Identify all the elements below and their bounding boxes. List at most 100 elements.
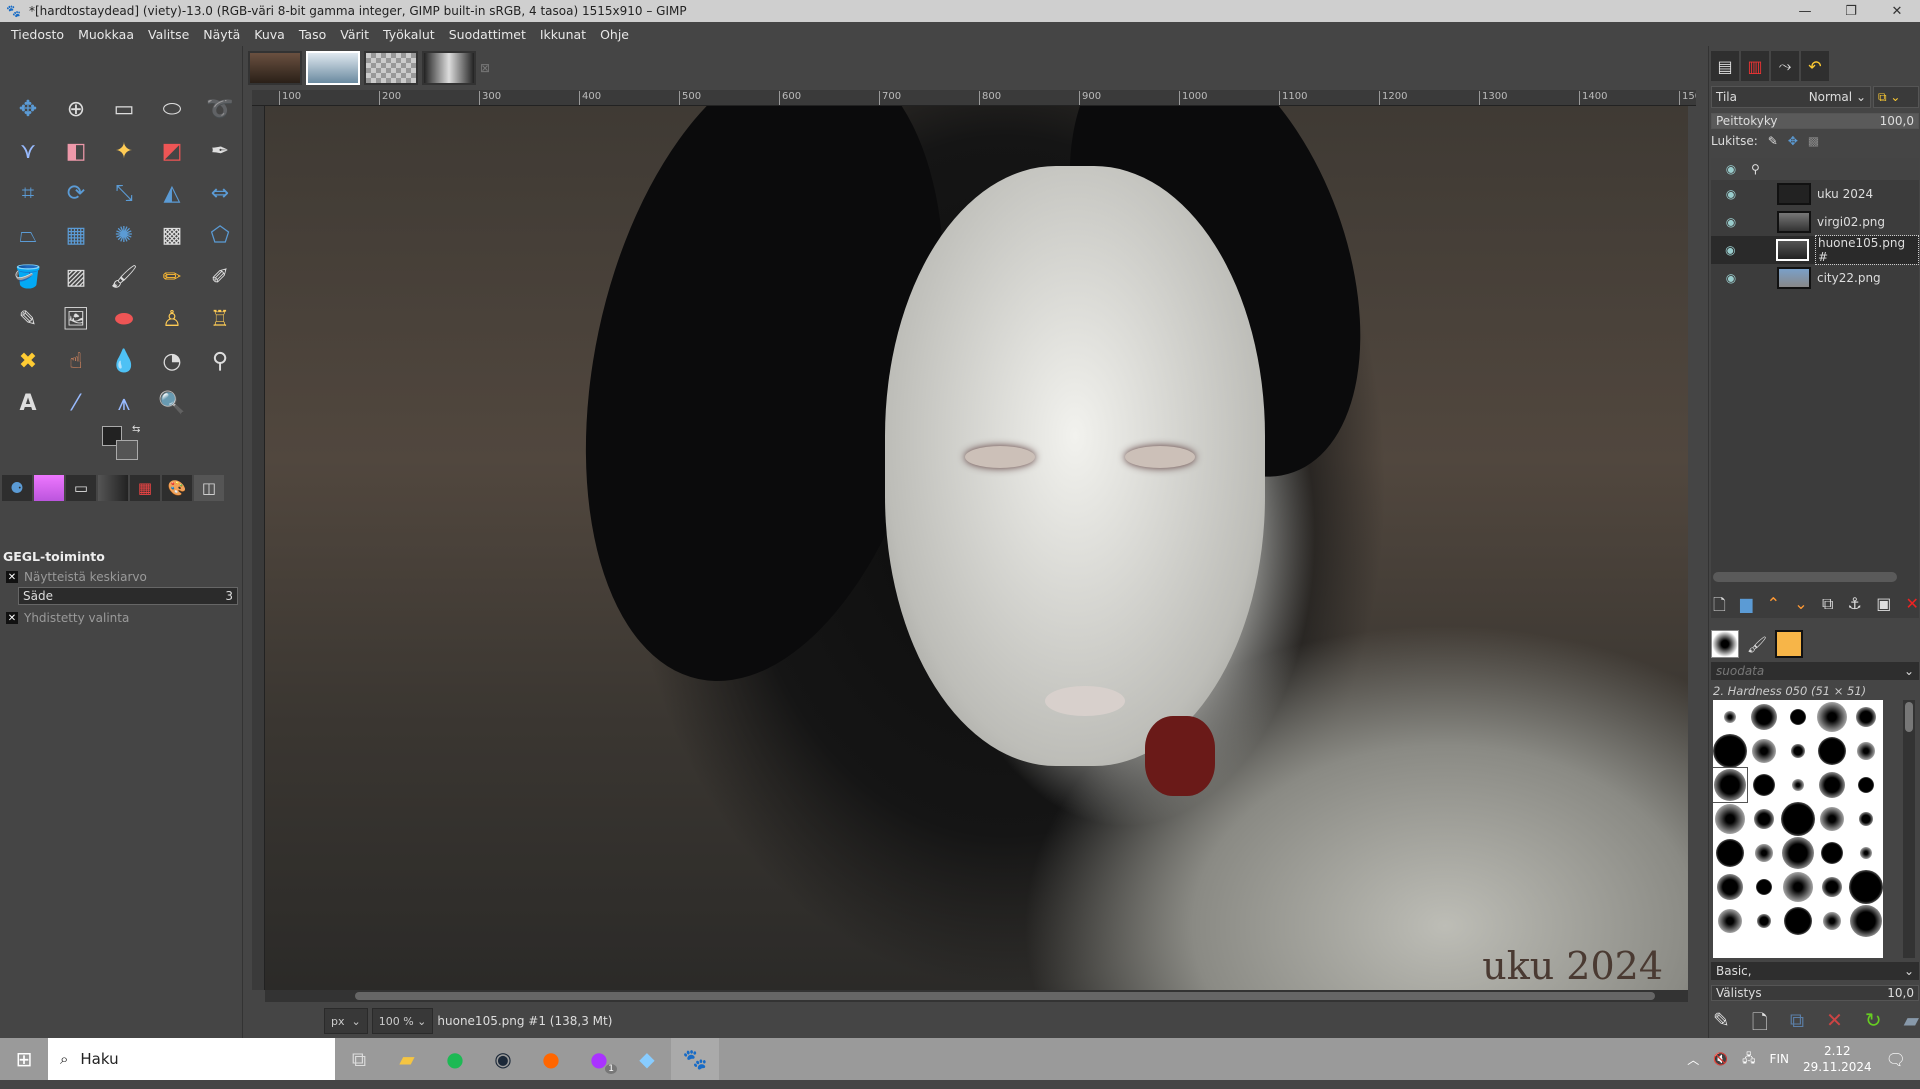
- brush-thumbnail[interactable]: [1713, 700, 1747, 734]
- menu-layer[interactable]: Taso: [292, 27, 333, 42]
- windows-start-icon[interactable]: ⊞: [0, 1038, 48, 1080]
- paint-dynamics-tab-icon[interactable]: 🖌: [1743, 630, 1771, 658]
- brush-thumbnail[interactable]: [1747, 836, 1781, 870]
- brush-thumbnail[interactable]: [1781, 870, 1815, 904]
- task-view-icon[interactable]: ⧉: [335, 1038, 383, 1080]
- sample-average-option[interactable]: ✕ Näytteistä keskiarvo: [6, 570, 147, 584]
- taskbar-search[interactable]: ⌕ Haku: [48, 1038, 335, 1080]
- menu-image[interactable]: Kuva: [247, 27, 292, 42]
- scale-icon[interactable]: ⤡: [100, 172, 148, 214]
- mypaint-icon[interactable]: 🖼: [52, 298, 100, 340]
- visibility-eye-icon[interactable]: ◉: [1711, 215, 1751, 229]
- heal-icon[interactable]: ♖: [196, 298, 244, 340]
- opacity-value[interactable]: 100,0: [1880, 114, 1914, 128]
- delete-brush-icon[interactable]: ✕: [1826, 1008, 1843, 1042]
- zoom-value[interactable]: 100 %: [379, 1015, 414, 1028]
- brush-thumbnail[interactable]: [1815, 734, 1849, 768]
- checkbox-icon[interactable]: ✕: [6, 571, 18, 583]
- layer-row[interactable]: ◉ virgi02.png: [1711, 208, 1919, 236]
- brush-thumbnail[interactable]: [1815, 802, 1849, 836]
- brush-thumbnail[interactable]: [1815, 700, 1849, 734]
- perspective-icon[interactable]: ⏢: [4, 214, 52, 256]
- edit-brush-icon[interactable]: ✎: [1713, 1008, 1730, 1042]
- image-canvas[interactable]: uku 2024: [265, 106, 1688, 990]
- new-brush-icon[interactable]: 🗋: [1752, 1008, 1768, 1042]
- composite-mode-select[interactable]: ⧉ ⌄: [1873, 86, 1919, 108]
- zoom-select[interactable]: 100 % ⌄: [371, 1008, 434, 1034]
- network-icon[interactable]: 🖧: [1742, 1049, 1755, 1070]
- align-tool-icon[interactable]: ⊕: [52, 88, 100, 130]
- new-layer-icon[interactable]: 🗋: [1713, 594, 1726, 621]
- raise-layer-icon[interactable]: ⌃: [1767, 594, 1780, 621]
- layer-row-selected[interactable]: ◉ huone105.png #: [1711, 235, 1919, 265]
- file-explorer-icon[interactable]: ▰: [383, 1038, 431, 1080]
- scrollbar-thumb[interactable]: [1905, 702, 1913, 732]
- notifications-icon[interactable]: 🗨: [1886, 1050, 1906, 1069]
- radius-spinner[interactable]: Säde 3: [18, 587, 238, 605]
- brush-thumbnail[interactable]: [1747, 870, 1781, 904]
- bucket-fill-icon[interactable]: 🪣: [4, 256, 52, 298]
- menu-colors[interactable]: Värit: [333, 27, 376, 42]
- maximize-button[interactable]: ❐: [1828, 0, 1874, 22]
- brush-thumbnail[interactable]: [1849, 870, 1883, 904]
- lower-layer-icon[interactable]: ⌄: [1794, 594, 1807, 621]
- brush-thumbnail[interactable]: [1815, 870, 1849, 904]
- menu-select[interactable]: Valitse: [141, 27, 196, 42]
- eraser-icon[interactable]: ⬬: [100, 298, 148, 340]
- refresh-brushes-icon[interactable]: ↻: [1865, 1008, 1882, 1042]
- brush-thumbnail[interactable]: [1849, 700, 1883, 734]
- rect-select-icon[interactable]: ▭: [100, 88, 148, 130]
- brush-thumbnail[interactable]: [1747, 904, 1781, 938]
- image-tab-icon[interactable]: ▭: [66, 475, 96, 501]
- brush-thumbnail[interactable]: [1849, 836, 1883, 870]
- brush-thumbnail[interactable]: [1713, 802, 1747, 836]
- opacity-slider[interactable]: Peittokyky 100,0: [1711, 113, 1919, 129]
- brush-tag-select[interactable]: Basic, ⌄: [1711, 962, 1919, 980]
- lasso-icon[interactable]: ➰: [196, 88, 244, 130]
- crop-icon[interactable]: ⌗: [4, 172, 52, 214]
- swap-colors-icon[interactable]: ⇆: [132, 424, 140, 435]
- image-tab[interactable]: [248, 51, 302, 85]
- layers-scrollbar[interactable]: [1713, 572, 1897, 582]
- clone-icon[interactable]: ♙: [148, 298, 196, 340]
- layers-tab-icon[interactable]: ▤: [1711, 51, 1739, 81]
- brush-thumbnail[interactable]: [1747, 802, 1781, 836]
- scrollbar-thumb[interactable]: [355, 992, 1655, 1000]
- clock[interactable]: 2.12 29.11.2024: [1803, 1043, 1872, 1075]
- image-tab-active[interactable]: [422, 51, 476, 85]
- new-layer-group-icon[interactable]: ▆: [1740, 594, 1752, 621]
- brush-thumbnail[interactable]: [1781, 768, 1815, 802]
- merged-option[interactable]: ✕ Yhdistetty valinta: [6, 611, 129, 625]
- delete-layer-icon[interactable]: ✕: [1906, 594, 1919, 621]
- rotate-icon[interactable]: ⟳: [52, 172, 100, 214]
- chevron-up-icon[interactable]: ︿: [1687, 1051, 1699, 1068]
- brush-filter-input[interactable]: suodata ⌄: [1711, 662, 1919, 680]
- layer-mode-select[interactable]: Tila Normal ⌄: [1711, 86, 1871, 108]
- palette-grid-icon[interactable]: ▦: [130, 475, 160, 501]
- ellipse-select-icon[interactable]: ⬭: [148, 88, 196, 130]
- brush-scrollbar[interactable]: [1903, 700, 1915, 958]
- brush-thumbnail[interactable]: [1781, 734, 1815, 768]
- close-tab-icon[interactable]: ⊠: [480, 61, 490, 75]
- airbrush-icon[interactable]: ✐: [196, 256, 244, 298]
- anchor-layer-icon[interactable]: ⚓: [1848, 594, 1862, 621]
- gradient-icon[interactable]: ▨: [52, 256, 100, 298]
- gradient-tab-icon[interactable]: [34, 475, 64, 501]
- spotify-icon[interactable]: ●: [431, 1038, 479, 1080]
- image-tab[interactable]: [306, 51, 360, 85]
- visibility-eye-icon[interactable]: ◉: [1711, 271, 1751, 285]
- layer-row[interactable]: ◉ uku 2024: [1711, 180, 1919, 208]
- brush-thumbnail[interactable]: [1781, 836, 1815, 870]
- text-tool-icon[interactable]: A: [4, 382, 52, 424]
- measure-icon[interactable]: ⩚: [100, 382, 148, 424]
- paths-tab-icon[interactable]: ⤳: [1771, 51, 1799, 81]
- spacing-value[interactable]: 10,0: [1887, 986, 1914, 1000]
- foreground-select-icon[interactable]: ◩: [148, 130, 196, 172]
- undo-history-tab-icon[interactable]: ↶: [1801, 51, 1829, 81]
- menu-file[interactable]: Tiedosto: [4, 27, 71, 42]
- brush-thumbnail[interactable]: [1713, 767, 1748, 803]
- brush-thumbnail[interactable]: [1849, 802, 1883, 836]
- brush-thumbnail[interactable]: [1713, 734, 1747, 768]
- steam-icon[interactable]: ◉: [479, 1038, 527, 1080]
- fuzzy-select-icon[interactable]: ⋎: [4, 130, 52, 172]
